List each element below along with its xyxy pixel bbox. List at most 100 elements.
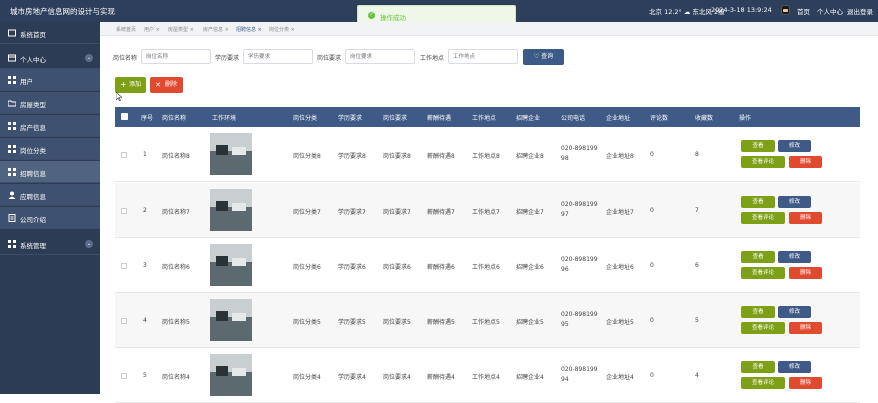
edit-button[interactable]: 修改 [778,196,811,208]
cell-index: 3 [143,262,147,269]
app-title: 城市房地产信息网的设计与实现 [10,7,115,16]
sidebar-item-applications[interactable]: 应聘信息 [0,184,100,206]
cell-requirement: 岗位要求8 [383,153,411,160]
education-label: 学历要求 [215,55,240,62]
tab-users[interactable]: 用户 × [144,26,160,33]
column-header: 公司电话 [561,115,586,122]
sidebar-item-property-info[interactable]: 房产信息 [0,115,100,137]
cell-phone: 98 [561,155,569,162]
cell-name: 岗位名称4 [162,374,190,381]
view-comments-button[interactable]: 查看评论 [741,267,785,279]
cell-index: 1 [143,151,147,158]
education-input[interactable] [243,49,313,64]
delete-button[interactable]: 删除 [789,212,822,224]
logout-link[interactable]: 退出登录 [847,6,873,16]
cell-category: 岗位分类4 [293,374,321,381]
view-comments-button[interactable]: 查看评论 [741,377,785,389]
cell-favorites: 5 [695,317,699,324]
cell-comments: 0 [650,262,654,269]
avatar[interactable] [781,5,790,15]
cell-category: 岗位分类5 [293,319,321,326]
row-checkbox[interactable] [121,152,127,158]
column-header: 薪酬待遇 [427,115,452,122]
add-button[interactable]: + 添加 [115,77,146,93]
table-row: 1 岗位名称8 岗位分类8 学历要求8 岗位要求8 薪酬待遇8 工作地点8 招聘企业8 企业地址… [115,127,860,182]
delete-button[interactable]: 删除 [789,322,822,334]
cell-education: 学历要求5 [338,319,366,326]
sidebar-item-label: 系统管理 [20,242,46,250]
cell-phone: 020-898199 [561,311,598,318]
folder-icon [8,100,16,107]
tab-house-types[interactable]: 房屋类型 × [168,26,194,33]
row-checkbox[interactable] [121,263,127,269]
view-button[interactable]: 查看 [741,361,775,373]
delete-button[interactable]: 删除 [789,156,822,168]
delete-button[interactable]: 删除 [789,267,822,279]
cell-favorites: 4 [695,372,699,379]
row-checkbox[interactable] [121,373,127,379]
cell-requirement: 岗位要求6 [383,264,411,271]
cell-favorites: 7 [695,207,699,214]
column-header: 序号 [141,115,154,122]
edit-button[interactable]: 修改 [778,251,811,263]
home-icon [8,29,16,37]
chevron-down-icon[interactable]: ⌄ [85,240,93,248]
column-header: 招聘企业 [516,115,541,122]
job-name-input[interactable] [141,49,211,64]
column-header: 企业地址 [606,115,631,122]
sidebar-item-job-categories[interactable]: 岗位分类 [0,138,100,160]
chevron-down-icon[interactable]: ⌄ [85,54,93,62]
home-link[interactable]: 首页 [797,6,810,16]
delete-button[interactable]: 删除 [789,377,822,389]
tab-job-categories[interactable]: 岗位分类 × [269,26,295,33]
row-checkbox[interactable] [121,208,127,214]
search-button[interactable]: ♡ 查询 [523,49,564,65]
select-all-checkbox[interactable] [121,113,128,120]
column-header: 工作地点 [472,115,497,122]
work-environment-photo [210,133,252,175]
work-environment-photo [210,189,252,231]
sidebar-item-system[interactable]: 系统管理 ⌄ [0,233,100,255]
sidebar-item-label: 系统首页 [20,31,46,39]
cell-company: 招聘企业8 [516,153,544,160]
view-comments-button[interactable]: 查看评论 [741,156,785,168]
view-button[interactable]: 查看 [741,140,775,152]
cell-company: 招聘企业6 [516,264,544,271]
edit-button[interactable]: 修改 [778,140,811,152]
tab-property-info[interactable]: 房产信息 × [203,26,229,33]
view-button[interactable]: 查看 [741,306,775,318]
sidebar-item-home[interactable]: 系统首页 [0,22,100,44]
cell-category: 岗位分类6 [293,264,321,271]
breadcrumb: 系统首页 用户 × 房屋类型 × 房产信息 × 招聘信息 × 岗位分类 × [100,22,878,36]
table-row: 3 岗位名称6 岗位分类6 学历要求6 岗位要求6 薪酬待遇6 工作地点6 招聘企业6 企业地址… [115,238,860,293]
cell-phone: 97 [561,211,569,218]
cell-comments: 0 [650,372,654,379]
cell-phone: 020-898199 [561,256,598,263]
view-comments-button[interactable]: 查看评论 [741,322,785,334]
row-checkbox[interactable] [121,318,127,324]
cell-comments: 0 [650,317,654,324]
edit-button[interactable]: 修改 [778,306,811,318]
sidebar-item-company-intro[interactable]: 公司介绍 [0,207,100,229]
tab-home[interactable]: 系统首页 [116,26,136,33]
profile-link[interactable]: 个人中心 [817,6,843,16]
view-button[interactable]: 查看 [741,251,775,263]
cell-requirement: 岗位要求7 [383,209,411,216]
sidebar-item-recruitment[interactable]: 招聘信息 [0,161,100,183]
requirement-input[interactable] [345,49,415,64]
cell-address: 企业地址4 [606,374,634,381]
view-comments-button[interactable]: 查看评论 [741,212,785,224]
edit-button[interactable]: 修改 [778,361,811,373]
sidebar-item-profile[interactable]: 个人中心 ⌄ [0,47,100,69]
person-icon [8,191,16,199]
sidebar-item-users[interactable]: 用户 [0,69,100,91]
sidebar-item-label: 公司介绍 [20,216,46,224]
cell-education: 学历要求7 [338,209,366,216]
sidebar-item-house-types[interactable]: 房屋类型 [0,92,100,114]
location-input[interactable] [448,49,518,64]
tab-recruitment[interactable]: 招聘信息 × [236,26,262,33]
mouse-cursor-icon [116,92,122,101]
table-row: 5 岗位名称4 岗位分类4 学历要求4 岗位要求4 薪酬待遇4 工作地点4 招聘企业4 企业地址… [115,348,860,403]
view-button[interactable]: 查看 [741,196,775,208]
bulk-delete-button[interactable]: ✕ 删除 [150,77,183,93]
